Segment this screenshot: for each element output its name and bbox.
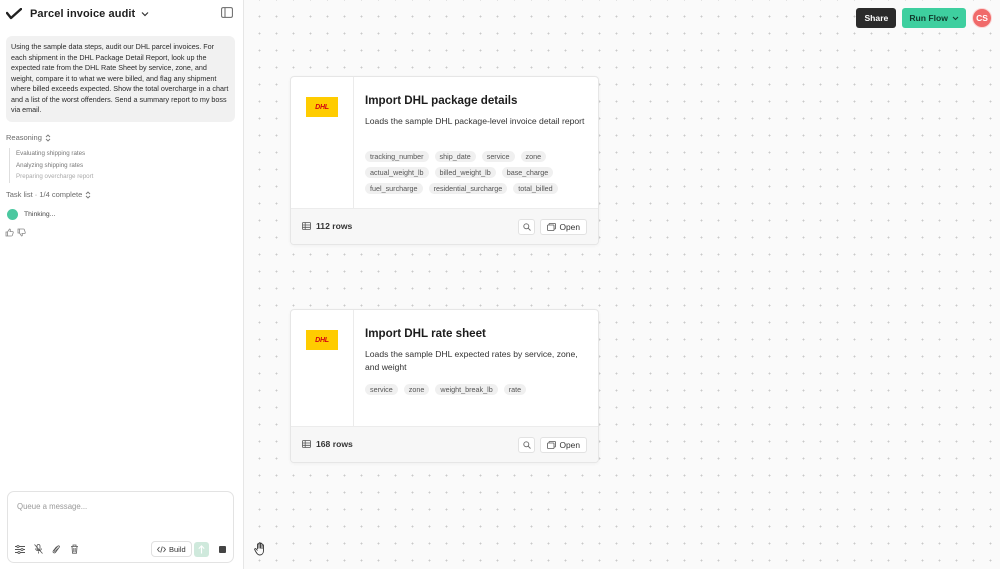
- preview-search-button[interactable]: [518, 219, 535, 235]
- row-count-label: 112 rows: [316, 221, 353, 231]
- column-tag: zone: [520, 151, 547, 162]
- search-icon: [522, 223, 531, 231]
- node-description: Loads the sample DHL expected rates by s…: [365, 349, 578, 372]
- message-composer[interactable]: Queue a message... Build: [7, 491, 234, 563]
- message-input[interactable]: Queue a message...: [17, 502, 87, 511]
- node-card-import-rate-sheet[interactable]: DHL Import DHL rate sheet Loads the samp…: [290, 309, 599, 463]
- column-tag: ship_date: [434, 151, 476, 162]
- dhl-logo: DHL: [306, 97, 338, 117]
- expand-collapse-icon: [85, 190, 91, 199]
- row-count: 168 rows: [302, 439, 353, 449]
- build-button[interactable]: Build: [151, 541, 192, 557]
- column-tags: service zone weight_break_lb rate: [365, 384, 595, 395]
- pan-hand-icon[interactable]: [254, 542, 267, 556]
- table-icon: [302, 440, 311, 448]
- node-description: Loads the sample DHL package-level invoi…: [365, 116, 585, 126]
- thinking-indicator: Thinking...: [7, 209, 55, 220]
- composer-tools: [14, 543, 80, 555]
- code-icon: [157, 545, 166, 553]
- chevron-down-icon[interactable]: [141, 11, 149, 17]
- node-card-import-package-details[interactable]: DHL Import DHL package details Loads the…: [290, 76, 599, 245]
- sidebar-toggle-icon[interactable]: [221, 7, 233, 18]
- chevron-down-icon: [952, 16, 959, 20]
- open-button[interactable]: Open: [539, 437, 587, 453]
- column-tag: rate: [503, 384, 527, 395]
- settings-sliders-icon[interactable]: [14, 543, 26, 555]
- flow-canvas[interactable]: Share Run Flow CS DHL Import DHL package…: [245, 0, 1000, 569]
- row-count-label: 168 rows: [316, 439, 353, 449]
- column-tag: base_charge: [501, 167, 554, 178]
- node-footer: 112 rows Open: [291, 208, 598, 244]
- reasoning-label: Reasoning: [6, 133, 42, 142]
- open-label: Open: [559, 222, 581, 232]
- share-button[interactable]: Share: [856, 8, 897, 28]
- stop-button[interactable]: [215, 542, 230, 557]
- attach-paperclip-icon[interactable]: [50, 543, 62, 555]
- column-tag: actual_weight_lb: [365, 167, 429, 178]
- expand-collapse-icon: [45, 133, 51, 142]
- run-flow-label: Run Flow: [909, 13, 948, 23]
- thinking-label: Thinking...: [24, 211, 56, 218]
- column-tag: service: [365, 384, 398, 395]
- node-icon-column: DHL: [291, 77, 354, 210]
- reasoning-steps: Evaluating shipping rates Analyzing ship…: [9, 148, 93, 183]
- preview-search-button[interactable]: [518, 437, 535, 453]
- reasoning-step: Analyzing shipping rates: [16, 161, 84, 169]
- column-tag: weight_break_lb: [435, 384, 498, 395]
- app-logo-icon[interactable]: [6, 8, 22, 20]
- open-label: Open: [559, 440, 581, 450]
- feedback-buttons: [5, 228, 26, 237]
- chat-sidebar: Parcel invoice audit Using the sample da…: [0, 0, 244, 569]
- reasoning-toggle[interactable]: Reasoning: [6, 133, 51, 142]
- column-tag: fuel_surcharge: [365, 183, 423, 194]
- send-button[interactable]: [194, 542, 209, 557]
- table-icon: [302, 222, 311, 230]
- status-dot-icon: [7, 209, 18, 220]
- dhl-logo: DHL: [306, 330, 338, 350]
- reasoning-step: Evaluating shipping rates: [16, 150, 86, 157]
- column-tag: residential_surcharge: [428, 183, 508, 194]
- thumbs-up-icon[interactable]: [5, 228, 14, 237]
- user-avatar[interactable]: CS: [972, 8, 992, 28]
- column-tag: billed_weight_lb: [434, 167, 496, 178]
- top-actions: Share Run Flow CS: [856, 8, 992, 28]
- task-list-toggle[interactable]: Task list · 1/4 complete: [6, 190, 91, 199]
- open-window-icon: [546, 223, 556, 231]
- run-flow-button[interactable]: Run Flow: [902, 8, 966, 28]
- mic-off-icon[interactable]: [32, 543, 44, 555]
- open-window-icon: [546, 441, 556, 449]
- sidebar-header: Parcel invoice audit: [0, 0, 243, 28]
- row-count: 112 rows: [302, 221, 352, 231]
- reasoning-step: Preparing overcharge report: [16, 173, 94, 180]
- task-list-label: Task list · 1/4 complete: [6, 190, 83, 199]
- node-icon-column: DHL: [291, 310, 354, 428]
- column-tag: tracking_number: [365, 151, 429, 162]
- column-tag: zone: [403, 384, 430, 395]
- column-tag: total_billed: [513, 183, 558, 194]
- trash-icon[interactable]: [68, 543, 80, 555]
- column-tags: tracking_number ship_date service zone a…: [365, 151, 595, 194]
- arrow-up-icon: [198, 545, 205, 554]
- build-label: Build: [169, 544, 186, 554]
- user-prompt-message: Using the sample data steps, audit our D…: [6, 36, 235, 122]
- thumbs-down-icon[interactable]: [17, 228, 26, 237]
- flow-title[interactable]: Parcel invoice audit: [30, 8, 135, 20]
- column-tag: service: [481, 151, 515, 162]
- node-title: Import DHL package details: [365, 94, 518, 107]
- open-button[interactable]: Open: [539, 219, 587, 235]
- stop-square-icon: [219, 546, 226, 553]
- node-title: Import DHL rate sheet: [365, 327, 486, 340]
- node-footer: 168 rows Open: [291, 426, 598, 462]
- search-icon: [522, 441, 531, 449]
